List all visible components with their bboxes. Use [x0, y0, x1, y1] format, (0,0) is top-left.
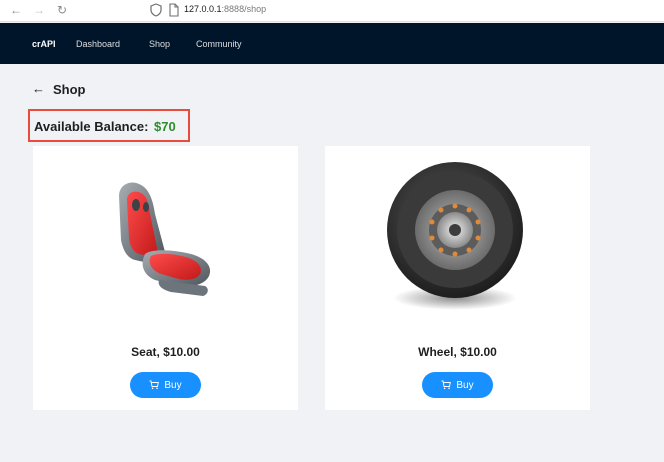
url-host: 127.0.0.1: [184, 4, 222, 14]
balance-highlight: Available Balance: $70: [28, 109, 190, 142]
wheel-image: [387, 162, 523, 310]
product-name: Seat, $10.00: [131, 345, 200, 359]
reload-icon[interactable]: ↻: [55, 3, 69, 17]
balance-value: $70: [154, 119, 176, 134]
nav-link-dashboard[interactable]: Dashboard: [76, 39, 120, 49]
balance-label: Available Balance:: [34, 119, 149, 134]
back-arrow-icon[interactable]: ←: [32, 82, 45, 96]
product-name: Wheel, $10.00: [418, 345, 497, 359]
buy-button-label: Buy: [164, 379, 182, 391]
url-path: :8888/shop: [221, 4, 267, 14]
car-seat-image: [119, 182, 211, 296]
cart-icon: [149, 380, 160, 390]
app-navbar: crAPI Dashboard Shop Community: [0, 23, 664, 64]
nav-link-shop[interactable]: Shop: [149, 39, 170, 49]
browser-toolbar: ← → ↻ 127.0.0.1:8888/shop: [0, 0, 664, 22]
cart-icon: [441, 380, 452, 390]
product-card-seat: Seat, $10.00 Buy: [33, 146, 298, 410]
back-icon[interactable]: ←: [9, 3, 23, 17]
shield-icon: [150, 3, 162, 17]
forward-icon[interactable]: →: [32, 3, 46, 17]
buy-button-wheel[interactable]: Buy: [422, 372, 493, 398]
brand-logo[interactable]: crAPI: [32, 39, 56, 49]
page-title: Shop: [53, 82, 86, 97]
product-card-wheel: Wheel, $10.00 Buy: [325, 146, 590, 410]
page-icon: [169, 3, 179, 17]
nav-link-community[interactable]: Community: [196, 39, 242, 49]
address-bar[interactable]: 127.0.0.1:8888/shop: [184, 4, 266, 14]
buy-button-label: Buy: [456, 379, 474, 391]
buy-button-seat[interactable]: Buy: [130, 372, 201, 398]
